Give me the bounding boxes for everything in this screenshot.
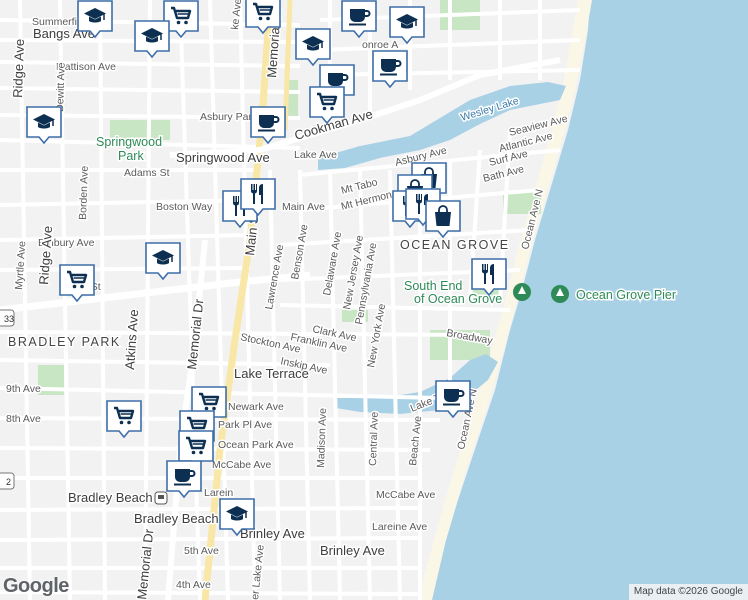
- svg-text:Lareine Ave: Lareine Ave: [372, 521, 427, 533]
- poi-marker[interactable]: [219, 498, 255, 537]
- map-attribution[interactable]: Map data ©2026 Google: [628, 584, 748, 600]
- poi-marker[interactable]: [295, 28, 331, 67]
- poi-marker[interactable]: [471, 258, 507, 297]
- train-station-icon: [154, 491, 168, 505]
- poi-marker[interactable]: [59, 264, 95, 303]
- svg-text:Ridge Ave: Ridge Ave: [10, 39, 27, 99]
- svg-text:Larein: Larein: [204, 487, 233, 499]
- label-south-end-1: South End: [404, 279, 462, 293]
- poi-marker[interactable]: [309, 86, 345, 125]
- svg-text:Boston Way: Boston Way: [156, 201, 213, 213]
- google-logo[interactable]: Google: [3, 575, 69, 598]
- svg-text:Lake Ave: Lake Ave: [294, 149, 337, 161]
- svg-text:Newark Ave: Newark Ave: [228, 401, 284, 413]
- map-canvas[interactable]: 33 2 Wesley Lake Springwood Park South E…: [0, 0, 748, 600]
- label-ocean-grove-pier: Ocean Grove Pier: [576, 288, 676, 302]
- svg-text:4th Ave: 4th Ave: [176, 579, 211, 591]
- svg-text:Asbury Park: Asbury Park: [200, 111, 258, 123]
- svg-text:Springwood Ave: Springwood Ave: [176, 150, 270, 165]
- label-ocean-grove: OCEAN GROVE: [400, 238, 510, 252]
- poi-marker[interactable]: [166, 460, 202, 499]
- svg-text:8th Ave: 8th Ave: [6, 413, 41, 425]
- svg-text:Central Ave: Central Ave: [367, 411, 381, 466]
- poi-marker[interactable]: [77, 0, 113, 39]
- svg-text:Borden Ave: Borden Ave: [77, 165, 91, 220]
- label-bradley-park: BRADLEY PARK: [8, 335, 121, 349]
- poi-marker[interactable]: [341, 0, 377, 39]
- poi-marker[interactable]: [26, 106, 62, 145]
- svg-text:onroe A: onroe A: [362, 39, 398, 51]
- svg-text:5th Ave: 5th Ave: [184, 545, 219, 557]
- svg-text:McCabe Ave: McCabe Ave: [376, 489, 435, 501]
- svg-text:33: 33: [4, 314, 14, 324]
- poi-marker[interactable]: [435, 380, 471, 419]
- svg-text:McCabe Ave: McCabe Ave: [212, 459, 271, 471]
- poi-marker[interactable]: [389, 6, 425, 45]
- svg-text:Lake Terrace: Lake Terrace: [234, 366, 309, 381]
- route-badge-33: 33: [0, 309, 15, 327]
- svg-text:2: 2: [6, 477, 11, 487]
- poi-marker[interactable]: [250, 106, 286, 145]
- poi-marker[interactable]: [372, 50, 408, 89]
- label-springwood-park-2: Park: [118, 149, 144, 163]
- svg-text:Brinley Ave: Brinley Ave: [320, 543, 385, 558]
- poi-marker[interactable]: [425, 200, 461, 239]
- svg-text:Madison Ave: Madison Ave: [315, 408, 329, 468]
- svg-text:Park Pl Ave: Park Pl Ave: [218, 419, 272, 431]
- poi-marker[interactable]: [145, 242, 181, 281]
- svg-text:Ocean Park Ave: Ocean Park Ave: [218, 439, 294, 451]
- route-badge-2: 2: [0, 472, 15, 490]
- poi-marker[interactable]: [240, 178, 276, 217]
- pier-icon: [551, 285, 569, 303]
- svg-text:Main Ave: Main Ave: [282, 201, 325, 213]
- label-bradley-beach-2: Bradley Beach: [134, 511, 219, 526]
- svg-text:9th Ave: 9th Ave: [6, 383, 41, 395]
- label-springwood-park-1: Springwood: [96, 135, 162, 149]
- label-bradley-beach: Bradley Beach: [68, 490, 153, 505]
- pier-icon: [513, 283, 531, 301]
- poi-marker[interactable]: [106, 400, 142, 439]
- svg-text:Dewitt Ave: Dewitt Ave: [54, 62, 68, 112]
- svg-text:Adams St: Adams St: [124, 167, 170, 179]
- poi-marker[interactable]: [134, 20, 170, 59]
